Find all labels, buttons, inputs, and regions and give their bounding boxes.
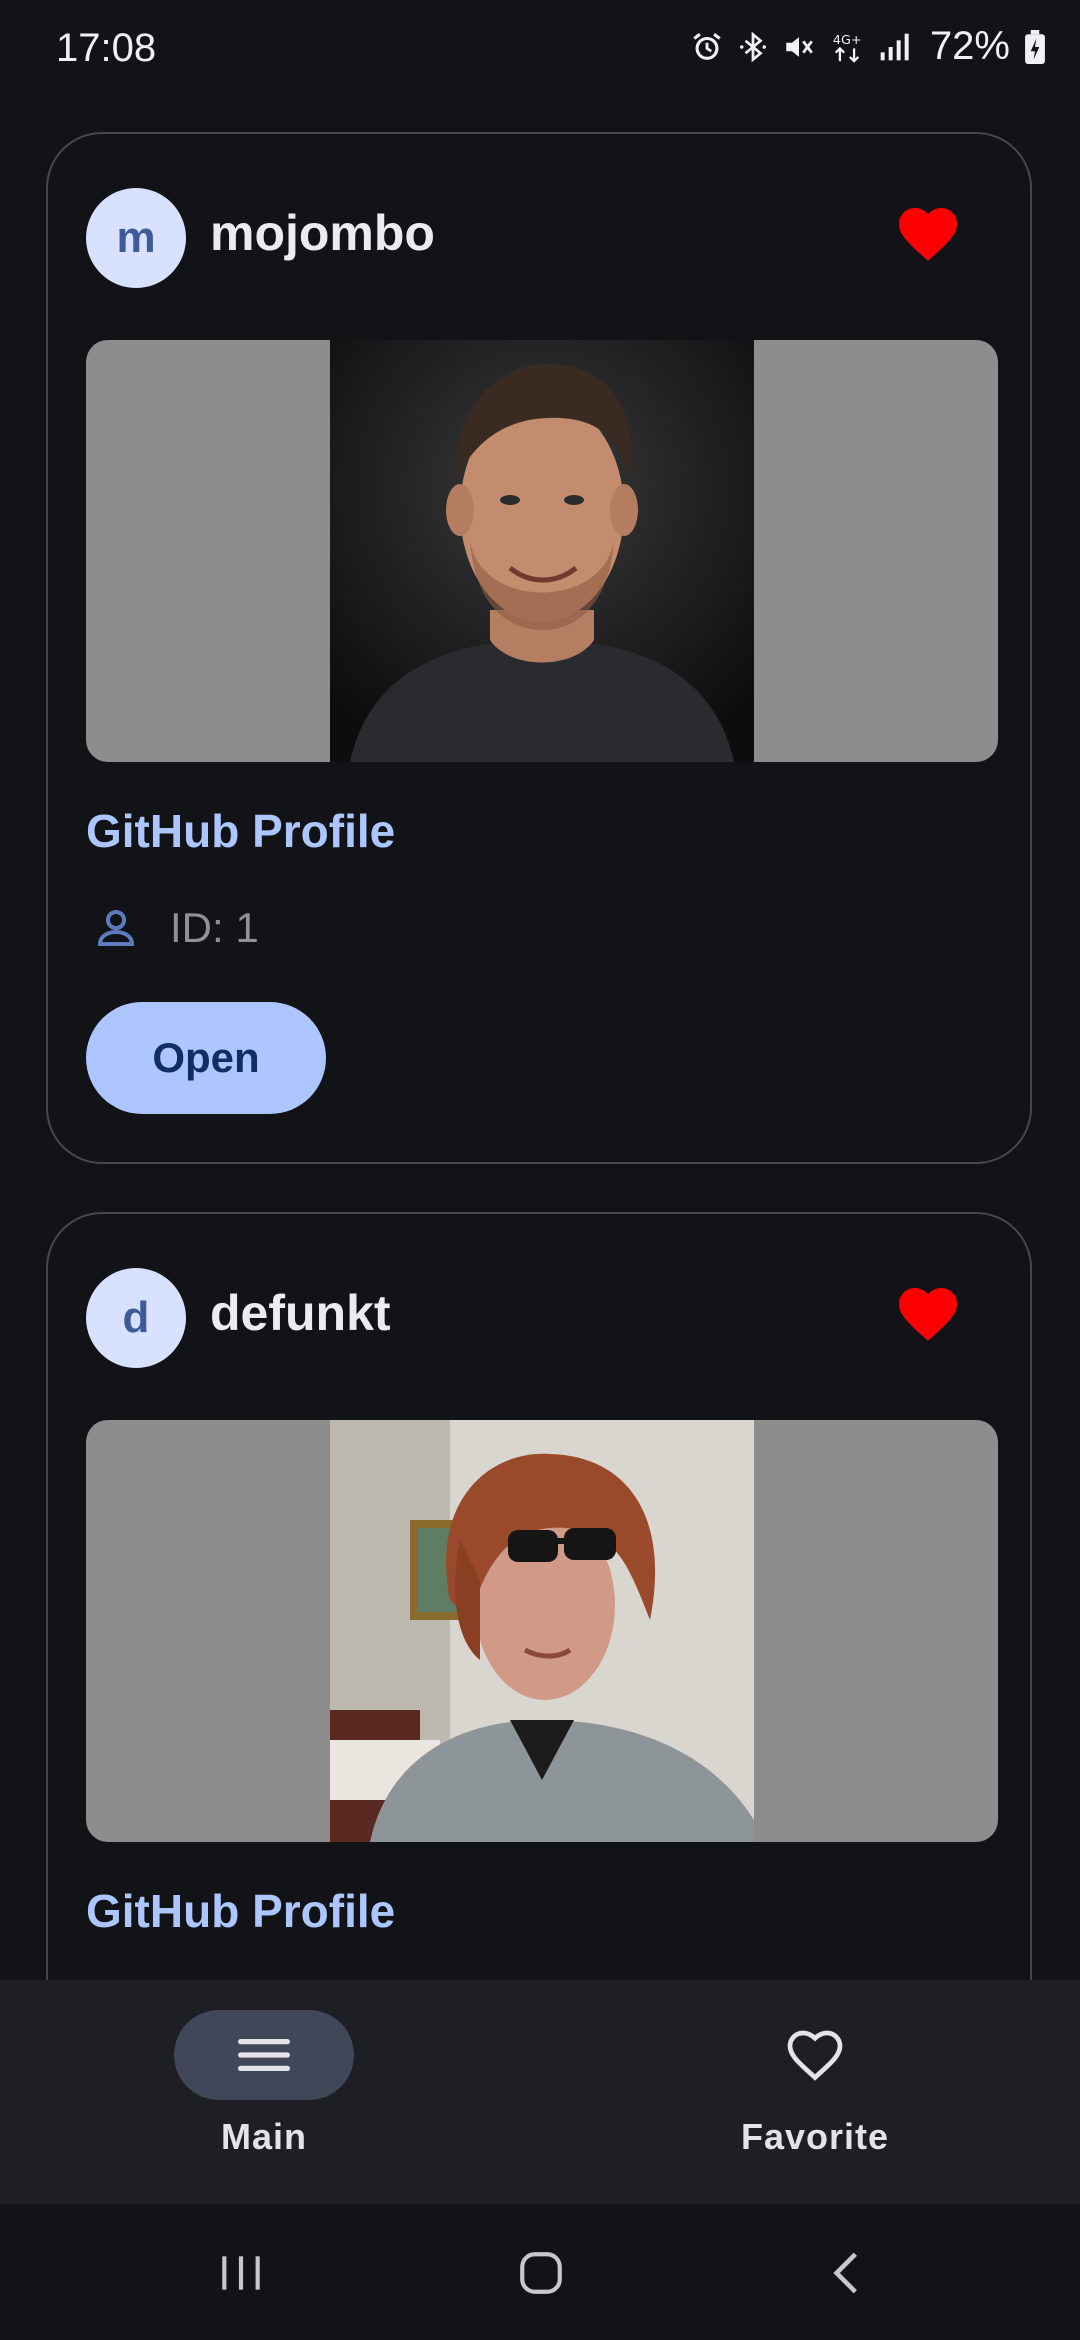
user-card[interactable]: d defunkt GitHub Profile — [46, 1212, 1032, 2112]
username: defunkt — [210, 1285, 391, 1341]
user-id: ID: 1 — [170, 904, 259, 951]
back-icon[interactable] — [822, 2248, 872, 2298]
battery-charging-icon — [1025, 29, 1045, 64]
heart-outline-icon — [787, 2030, 843, 2081]
profile-photo — [86, 340, 998, 762]
nav-favorite-label: Favorite — [740, 2116, 890, 2157]
username: mojombo — [210, 205, 435, 261]
person-icon — [97, 910, 135, 946]
avatar: m — [86, 188, 186, 288]
avatar-image — [330, 1420, 754, 1842]
nav-main[interactable]: Main — [124, 2010, 404, 2158]
menu-icon — [238, 2039, 290, 2071]
recent-apps-icon[interactable] — [216, 2248, 266, 2298]
github-profile-link[interactable]: GitHub Profile — [86, 804, 395, 858]
status-time: 17:08 — [56, 26, 157, 70]
system-navigation-bar — [0, 2204, 1080, 2340]
nav-favorite[interactable]: Favorite — [675, 2010, 955, 2158]
alarm-icon — [693, 32, 721, 60]
profile-photo — [86, 1420, 998, 1842]
nav-main-indicator[interactable] — [174, 2010, 354, 2100]
favorite-heart-icon[interactable] — [896, 1284, 960, 1342]
bluetooth-icon — [739, 31, 766, 62]
home-icon[interactable] — [516, 2248, 566, 2298]
open-button[interactable]: Open — [86, 1002, 326, 1114]
status-icons: 4G+ 72% — [690, 24, 1046, 69]
avatar-image — [330, 340, 754, 762]
battery-level: 72% — [929, 24, 1010, 68]
4g-plus-icon: 4G+ — [833, 33, 862, 63]
bottom-navigation: Main Favorite — [0, 1980, 1080, 2204]
signal-icon — [880, 33, 909, 60]
avatar: d — [86, 1268, 186, 1368]
favorite-heart-icon[interactable] — [896, 204, 960, 262]
id-row: ID: 1 — [92, 904, 259, 952]
status-bar: 17:08 4G+ 72% — [0, 0, 1080, 100]
user-card[interactable]: m mojombo GitHub Profile ID: 1 Open — [46, 132, 1032, 1164]
github-profile-link[interactable]: GitHub Profile — [86, 1884, 395, 1938]
mute-icon — [786, 36, 813, 57]
svg-text:4G+: 4G+ — [833, 33, 862, 48]
nav-main-label: Main — [220, 2116, 307, 2157]
